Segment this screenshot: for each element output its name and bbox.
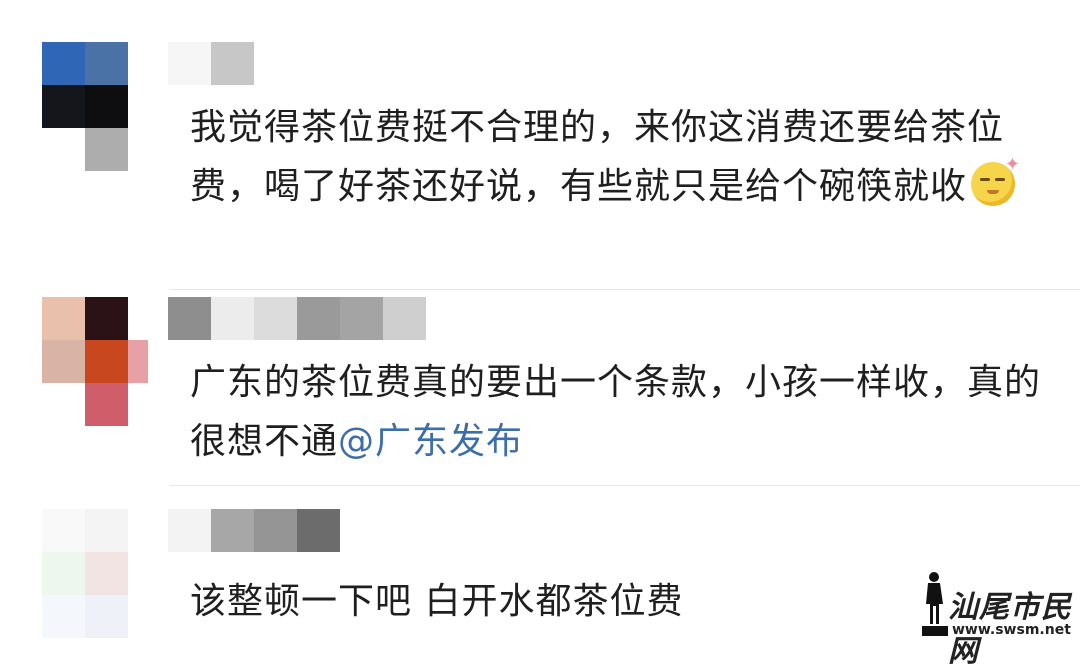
username[interactable] xyxy=(168,42,254,85)
comment-body: 我觉得茶位费挺不合理的，来你这消费还要给茶位费，喝了好茶还好说，有些就只是给个碗… xyxy=(190,107,1005,207)
avatar[interactable] xyxy=(42,509,128,638)
comment-body: 广东的茶位费真的要出一个条款，小孩一样收，真的很想不通 xyxy=(190,362,1042,462)
divider xyxy=(170,289,1080,290)
comment-body: 该整顿一下吧 白开水都茶位费 xyxy=(190,581,684,622)
avatar[interactable] xyxy=(42,42,128,171)
mention-link[interactable]: @广东发布 xyxy=(338,421,523,462)
site-watermark: 汕尾市民网 www.swsm.net xyxy=(918,566,1080,669)
smirk-emoji-icon: ✦ xyxy=(971,156,1020,206)
divider xyxy=(170,485,1080,486)
username[interactable] xyxy=(168,297,426,340)
comment-text: 广东的茶位费真的要出一个条款，小孩一样收，真的很想不通@广东发布 xyxy=(190,353,1060,471)
comment-text: 我觉得茶位费挺不合理的，来你这消费还要给茶位费，喝了好茶还好说，有些就只是给个碗… xyxy=(190,98,1060,216)
watermark-url: www.swsm.net xyxy=(952,622,1071,638)
username[interactable] xyxy=(168,509,340,552)
avatar[interactable] xyxy=(42,297,148,426)
statue-logo-icon xyxy=(922,572,948,636)
